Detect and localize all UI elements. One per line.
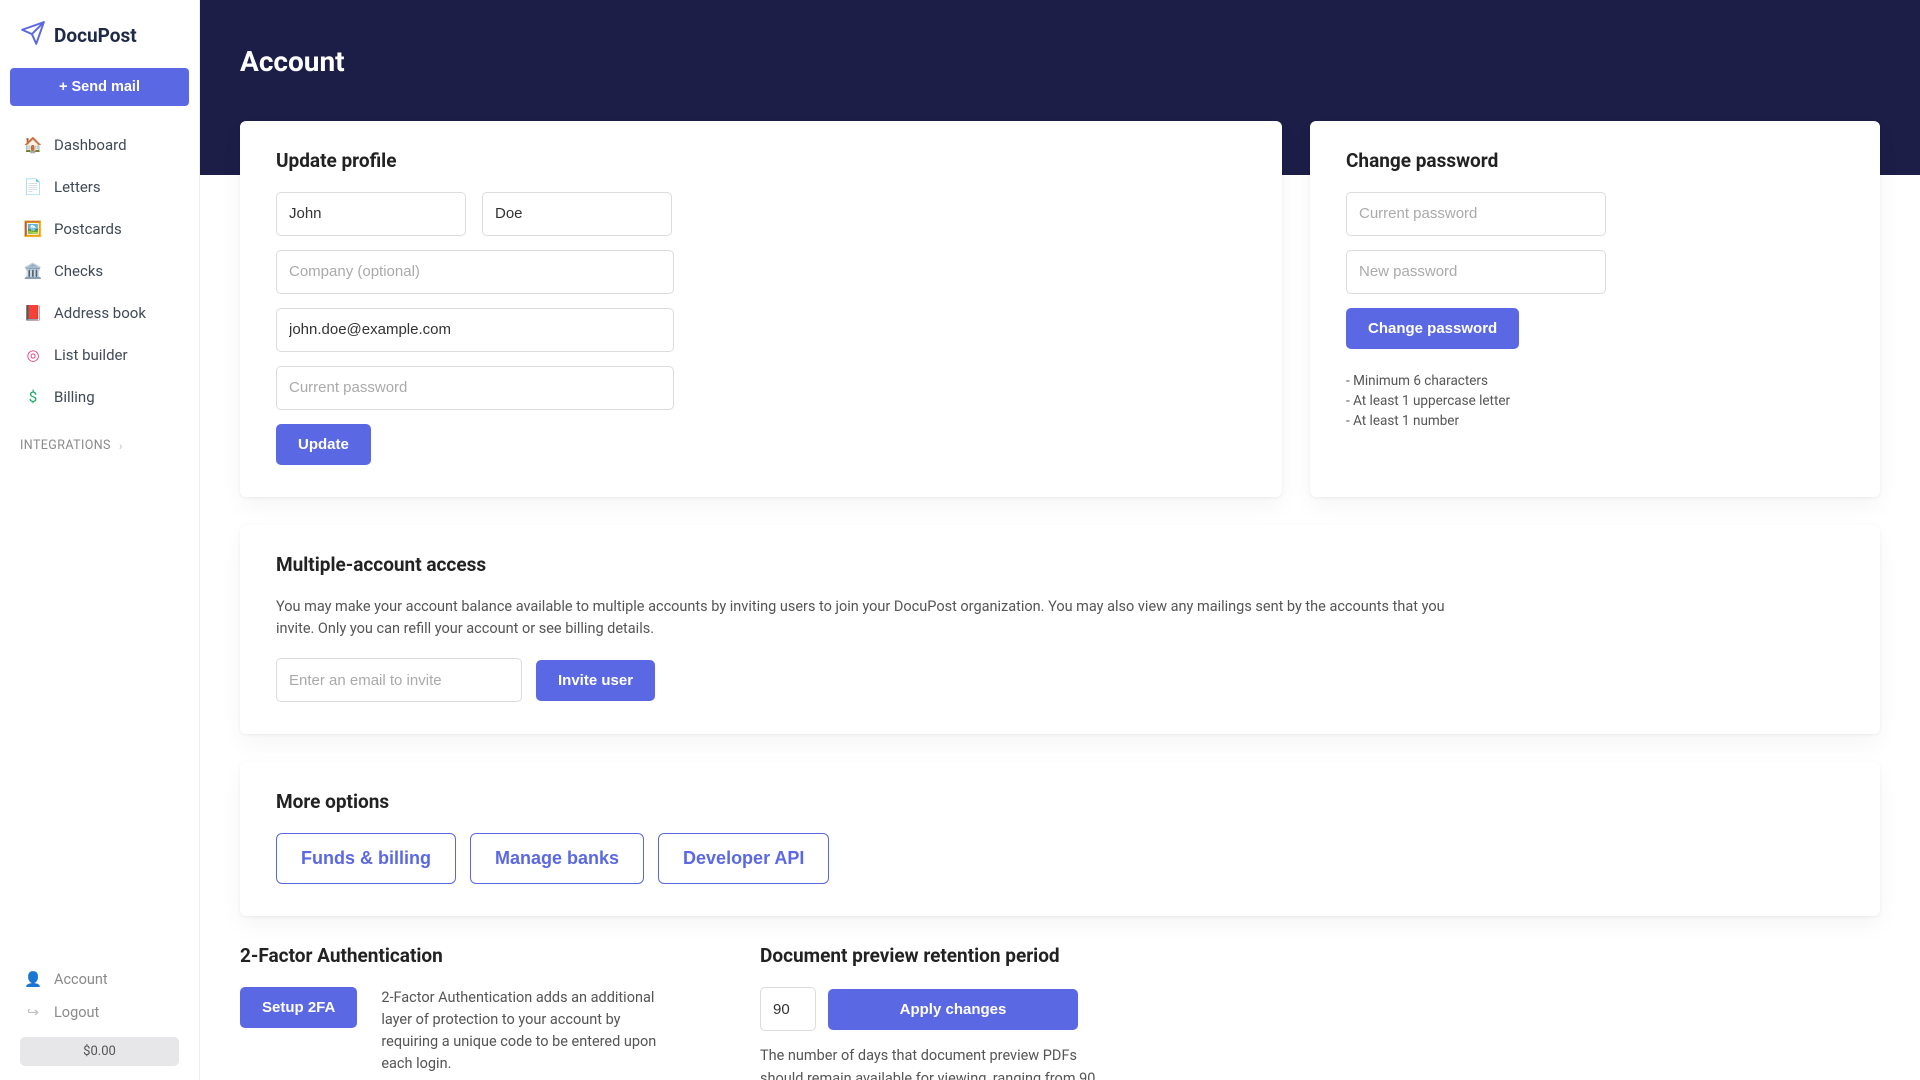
company-field[interactable] xyxy=(276,250,674,294)
sidebar-item-billing[interactable]: $ Billing xyxy=(4,376,195,418)
integrations-label: INTEGRATIONS xyxy=(20,438,111,453)
address-book-icon: 📕 xyxy=(24,304,42,322)
sidebar-bottom: 👤 Account ↪ Logout $0.00 xyxy=(0,963,199,1080)
balance-pill[interactable]: $0.00 xyxy=(20,1037,179,1066)
bottom-sections: 2-Factor Authentication Setup 2FA 2-Fact… xyxy=(240,944,1880,1080)
sidebar-item-label: List builder xyxy=(54,346,128,364)
sidebar-item-label: Billing xyxy=(54,388,95,406)
sidebar-item-dashboard[interactable]: 🏠 Dashboard xyxy=(4,124,195,166)
dollar-icon: $ xyxy=(24,388,42,406)
funds-billing-button[interactable]: Funds & billing xyxy=(276,833,456,884)
first-name-field[interactable] xyxy=(276,192,466,236)
card-title: Multiple-account access xyxy=(276,553,1844,576)
sidebar-item-account[interactable]: 👤 Account xyxy=(4,963,195,996)
change-password-card: Change password Change password - Minimu… xyxy=(1310,121,1880,497)
sidebar-item-label: Address book xyxy=(54,304,146,322)
image-icon: 🖼️ xyxy=(24,220,42,238)
paper-plane-icon xyxy=(20,20,46,50)
current-password-field[interactable] xyxy=(1346,192,1606,236)
home-icon: 🏠 xyxy=(24,136,42,154)
send-mail-button[interactable]: + Send mail xyxy=(10,68,189,106)
main: Account Update profile xyxy=(200,0,1920,1080)
update-profile-button[interactable]: Update xyxy=(276,424,371,465)
sidebar-item-checks[interactable]: 🏛️ Checks xyxy=(4,250,195,292)
sidebar-item-postcards[interactable]: 🖼️ Postcards xyxy=(4,208,195,250)
sidebar-item-label: Letters xyxy=(54,178,101,196)
tfa-desc: 2-Factor Authentication adds an addition… xyxy=(381,987,671,1074)
sidebar-item-label: Logout xyxy=(54,1004,99,1021)
logo[interactable]: DocuPost xyxy=(0,0,199,68)
apply-retention-button[interactable]: Apply changes xyxy=(828,989,1078,1030)
sidebar-item-label: Account xyxy=(54,971,108,988)
sidebar-item-logout[interactable]: ↪ Logout xyxy=(4,996,195,1029)
card-title: More options xyxy=(276,790,1844,813)
new-password-field[interactable] xyxy=(1346,250,1606,294)
logout-icon: ↪ xyxy=(24,1004,42,1021)
password-rules: - Minimum 6 characters - At least 1 uppe… xyxy=(1346,371,1844,432)
retention-desc: The number of days that document preview… xyxy=(760,1045,1100,1080)
profile-current-password-field[interactable] xyxy=(276,366,674,410)
password-rule: - At least 1 number xyxy=(1346,411,1844,431)
invite-email-field[interactable] xyxy=(276,658,522,702)
invite-user-button[interactable]: Invite user xyxy=(536,660,655,701)
tfa-title: 2-Factor Authentication xyxy=(240,944,720,967)
brand-name: DocuPost xyxy=(54,24,137,47)
sidebar-item-label: Dashboard xyxy=(54,136,127,154)
content: Update profile Update xyxy=(200,97,1920,1080)
email-field[interactable] xyxy=(276,308,674,352)
password-rule: - At least 1 uppercase letter xyxy=(1346,391,1844,411)
developer-api-button[interactable]: Developer API xyxy=(658,833,829,884)
sidebar-item-label: Checks xyxy=(54,262,103,280)
file-icon: 📄 xyxy=(24,178,42,196)
retention-days-field[interactable] xyxy=(760,987,816,1031)
more-options-card: More options Funds & billing Manage bank… xyxy=(240,762,1880,916)
update-profile-card: Update profile Update xyxy=(240,121,1282,497)
nav: 🏠 Dashboard 📄 Letters 🖼️ Postcards 🏛️ Ch… xyxy=(0,124,199,418)
target-icon: ◎ xyxy=(24,346,42,364)
manage-banks-button[interactable]: Manage banks xyxy=(470,833,644,884)
sidebar-item-address-book[interactable]: 📕 Address book xyxy=(4,292,195,334)
password-rule: - Minimum 6 characters xyxy=(1346,371,1844,391)
card-title: Update profile xyxy=(276,149,1246,172)
chevron-right-icon: › xyxy=(119,439,123,453)
setup-2fa-button[interactable]: Setup 2FA xyxy=(240,987,357,1028)
sidebar-item-list-builder[interactable]: ◎ List builder xyxy=(4,334,195,376)
sidebar-integrations[interactable]: INTEGRATIONS › xyxy=(0,438,199,453)
sidebar-item-letters[interactable]: 📄 Letters xyxy=(4,166,195,208)
retention-title: Document preview retention period xyxy=(760,944,1260,967)
sidebar: DocuPost + Send mail 🏠 Dashboard 📄 Lette… xyxy=(0,0,200,1080)
multi-account-desc: You may make your account balance availa… xyxy=(276,596,1476,641)
change-password-button[interactable]: Change password xyxy=(1346,308,1519,349)
multi-account-card: Multiple-account access You may make you… xyxy=(240,525,1880,735)
sidebar-item-label: Postcards xyxy=(54,220,122,238)
user-icon: 👤 xyxy=(24,971,42,988)
card-title: Change password xyxy=(1346,149,1844,172)
page-title: Account xyxy=(200,19,1920,78)
last-name-field[interactable] xyxy=(482,192,672,236)
bank-icon: 🏛️ xyxy=(24,262,42,280)
